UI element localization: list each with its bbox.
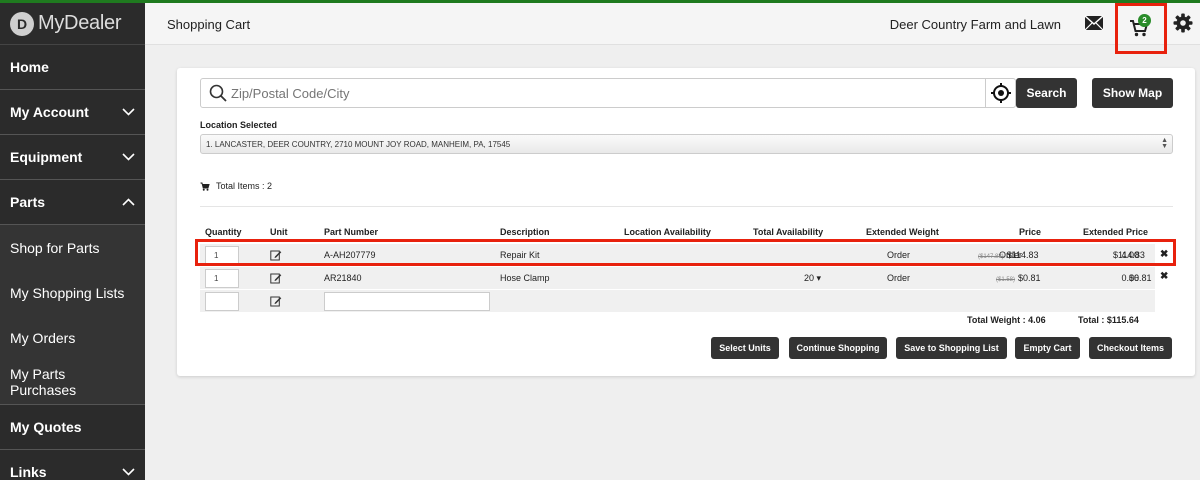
edit-icon[interactable] bbox=[270, 272, 282, 284]
cart-icon bbox=[200, 182, 210, 191]
shopping-cart-card: Search Show Map Location Selected 1. LAN… bbox=[177, 68, 1195, 376]
checkout-items-button[interactable]: Checkout Items bbox=[1089, 337, 1172, 359]
sidebar-item-equipment[interactable]: Equipment bbox=[0, 135, 145, 180]
mail-icon[interactable] bbox=[1084, 14, 1104, 32]
column-header: Part Number bbox=[324, 227, 379, 237]
cart-count-badge: 2 bbox=[1138, 14, 1151, 27]
sidebar-item-parts[interactable]: Parts bbox=[0, 180, 145, 225]
caret-down-icon: ▾ bbox=[816, 273, 822, 283]
total-availability-value: 20 bbox=[804, 273, 815, 283]
sidebar-item-shop-for-parts[interactable]: Shop for Parts bbox=[0, 225, 145, 270]
location-select-value: 1. LANCASTER, DEER COUNTRY, 2710 MOUNT J… bbox=[206, 139, 511, 149]
sidebar-item-my-account[interactable]: My Account bbox=[0, 90, 145, 135]
gear-icon[interactable] bbox=[1173, 13, 1193, 33]
sidebar-item-label: My Quotes bbox=[10, 419, 82, 435]
chevron-down-icon bbox=[122, 468, 135, 476]
show-map-button[interactable]: Show Map bbox=[1092, 78, 1173, 108]
sidebar-item-my-quotes[interactable]: My Quotes bbox=[0, 405, 145, 450]
chevron-down-icon bbox=[122, 108, 135, 116]
sidebar-item-my-orders[interactable]: My Orders bbox=[0, 315, 145, 360]
top-header: Shopping Cart Deer Country Farm and Lawn… bbox=[145, 3, 1200, 54]
total-availability[interactable]: 20 ▾ bbox=[804, 273, 821, 284]
price: ($1.58) $0.81 bbox=[996, 273, 1041, 283]
total-items-label: Total Items : 2 bbox=[216, 181, 273, 191]
page-title: Shopping Cart bbox=[167, 17, 251, 32]
logo-mark-icon: D bbox=[10, 11, 34, 36]
price-value: $0.81 bbox=[1018, 273, 1041, 283]
sidebar-item-label: Shop for Parts bbox=[10, 239, 100, 256]
location-label: Location Selected bbox=[200, 120, 278, 130]
sidebar-item-home[interactable]: Home bbox=[0, 45, 145, 90]
total-items: Total Items : 2 bbox=[200, 181, 272, 191]
column-header: Location Availability bbox=[624, 227, 711, 237]
total-weight: Total Weight : 4.06 bbox=[967, 315, 1046, 325]
select-arrows-icon: ▲ ▼ bbox=[1161, 137, 1168, 150]
sidebar-item-label: Links bbox=[10, 464, 47, 480]
search-button[interactable]: Search bbox=[1016, 78, 1077, 108]
part-number-input[interactable] bbox=[324, 292, 490, 311]
description: Hose Clamp bbox=[500, 273, 550, 283]
location-availability: Order bbox=[886, 273, 910, 283]
divider bbox=[200, 206, 1173, 207]
sidebar-item-label: My Orders bbox=[10, 329, 76, 346]
column-header: Price bbox=[1019, 227, 1042, 237]
column-header: Total Availability bbox=[753, 227, 824, 237]
chevron-down-icon bbox=[122, 153, 135, 161]
sidebar-item-label: My Parts Purchases bbox=[10, 366, 77, 398]
location-select[interactable]: 1. LANCASTER, DEER COUNTRY, 2710 MOUNT J… bbox=[200, 134, 1173, 154]
list-price: ($1.58) bbox=[996, 277, 1016, 283]
select-units-button[interactable]: Select Units bbox=[711, 337, 779, 359]
extended-price: $0.81 bbox=[1129, 273, 1152, 283]
column-header: Extended Weight bbox=[866, 227, 939, 237]
logo[interactable]: D MyDealer bbox=[0, 3, 145, 45]
quantity-input[interactable]: 1 bbox=[205, 269, 239, 288]
quantity-input[interactable] bbox=[205, 292, 239, 311]
sidebar-item-my-parts-purchases[interactable]: My Parts Purchases bbox=[0, 360, 145, 405]
sidebar-item-label: My Account bbox=[10, 104, 89, 120]
search-input[interactable] bbox=[231, 85, 971, 101]
table-row: 1 AR21840 Hose Clamp Order 20 ▾ 0.06 ($1… bbox=[200, 267, 1155, 289]
sidebar-item-label: My Shopping Lists bbox=[10, 284, 125, 301]
empty-cart-button[interactable]: Empty Cart bbox=[1015, 337, 1080, 359]
chevron-up-icon bbox=[122, 198, 135, 206]
logo-text: MyDealer bbox=[38, 12, 122, 34]
column-header: Extended Price bbox=[1083, 227, 1149, 237]
dealer-name[interactable]: Deer Country Farm and Lawn bbox=[890, 17, 1061, 32]
sidebar-item-links[interactable]: Links bbox=[0, 450, 145, 480]
location-search bbox=[200, 78, 1016, 108]
row-highlight bbox=[195, 239, 1176, 266]
column-header: Description bbox=[500, 227, 550, 237]
cart-button[interactable]: 2 bbox=[1115, 3, 1167, 54]
continue-shopping-button[interactable]: Continue Shopping bbox=[789, 337, 887, 359]
sidebar-item-my-shopping-lists[interactable]: My Shopping Lists bbox=[0, 270, 145, 315]
locate-button[interactable] bbox=[985, 79, 1015, 107]
sidebar-item-label: Equipment bbox=[10, 149, 83, 165]
sidebar-item-label: Parts bbox=[10, 194, 46, 210]
part-number[interactable]: AR21840 bbox=[324, 273, 362, 283]
cart-total: Total : $115.64 bbox=[1078, 315, 1139, 325]
sidebar-item-label: Home bbox=[10, 59, 49, 75]
search-icon bbox=[209, 84, 227, 102]
remove-icon[interactable]: ✖ bbox=[1160, 271, 1168, 282]
edit-icon[interactable] bbox=[270, 295, 282, 307]
table-row-new bbox=[200, 290, 1155, 312]
column-header: Quantity bbox=[205, 227, 242, 237]
crosshair-icon bbox=[990, 83, 1011, 103]
column-header: Unit bbox=[270, 227, 288, 237]
sidebar: D MyDealer Home My Account Equipment Par… bbox=[0, 3, 145, 480]
save-to-shopping-list-button[interactable]: Save to Shopping List bbox=[896, 337, 1007, 359]
